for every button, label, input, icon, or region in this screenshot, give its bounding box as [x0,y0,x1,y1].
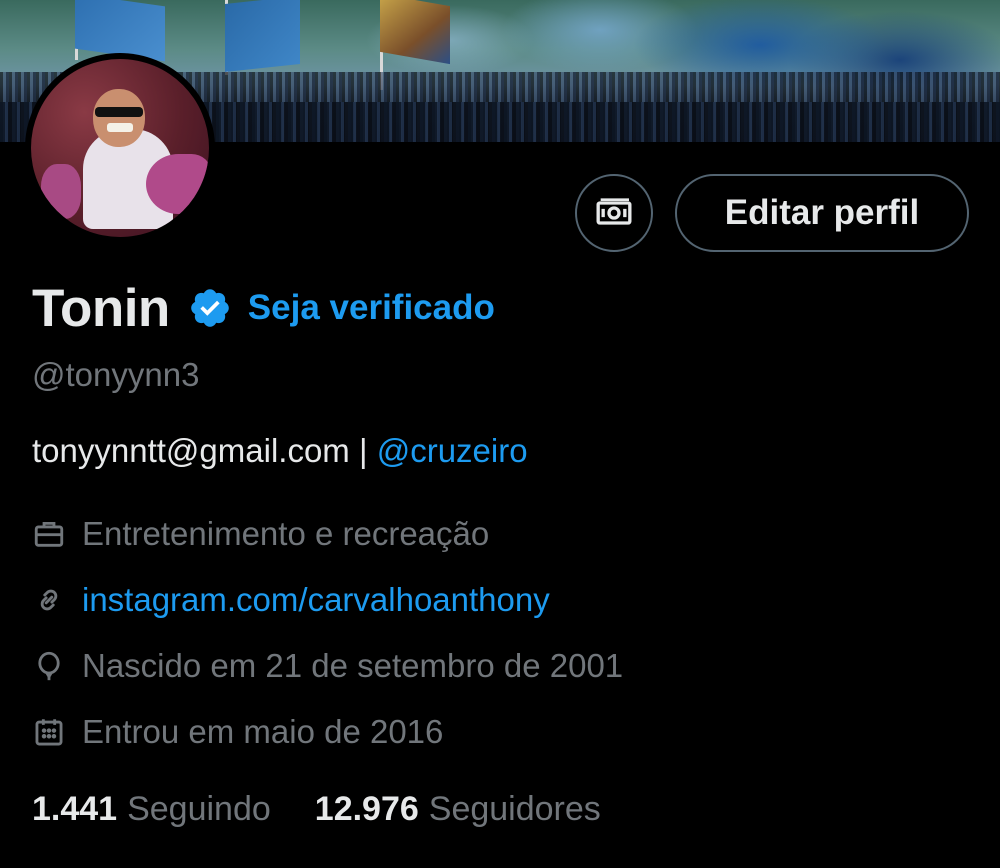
balloon-icon [38,651,60,681]
following-link[interactable]: 1.441 Seguindo [32,790,271,829]
bio-separator: | [349,432,377,469]
username-handle: @tonyynn3 [32,356,200,393]
get-verified-link[interactable]: Seja verificado [248,288,495,328]
joined-label: Entrou em maio de 2016 [82,713,444,750]
followers-link[interactable]: 12.976 Seguidores [315,790,601,829]
bio-mention-link[interactable]: @cruzeiro [377,432,528,469]
profile-category: Entretenimento e recreação [32,515,489,553]
avatar-figure-head [93,89,145,147]
following-label: Seguindo [127,790,271,828]
avatar-grin [107,123,133,132]
name-row: Tonin Seja verificado [32,278,495,338]
profile-website: instagram.com/carvalhoanthony [32,581,550,619]
avatar-decoration [146,154,209,214]
followers-count: 12.976 [314,790,419,828]
link-icon [40,589,58,611]
birthdate-label: Nascido em 21 de setembro de 2001 [82,647,624,684]
profile-joined: Entrou em maio de 2016 [32,713,443,751]
bio-email: tonyynntt@gmail.com [32,432,350,469]
avatar-decoration [41,164,81,219]
briefcase-icon [34,521,64,547]
follow-stats: 1.441 Seguindo 12.976 Seguidores [32,790,601,829]
verified-badge-icon[interactable] [188,286,232,330]
profile-avatar[interactable] [25,53,215,243]
profile-bio: tonyynntt@gmail.com | @cruzeiro [32,432,528,470]
money-icon [596,198,632,225]
website-link[interactable]: instagram.com/carvalhoanthony [82,581,550,619]
edit-profile-button[interactable]: Editar perfil [675,174,969,252]
avatar-sunglasses [95,107,143,117]
banner-flag [225,0,300,72]
banner-flag [380,0,450,65]
category-label: Entretenimento e recreação [82,515,490,552]
profile-birthdate: Nascido em 21 de setembro de 2001 [32,647,623,685]
tips-button[interactable] [575,174,653,252]
display-name: Tonin [32,278,170,338]
followers-label: Seguidores [428,790,601,828]
calendar-icon [35,719,63,746]
following-count: 1.441 [32,790,118,828]
avatar-image [31,59,209,237]
